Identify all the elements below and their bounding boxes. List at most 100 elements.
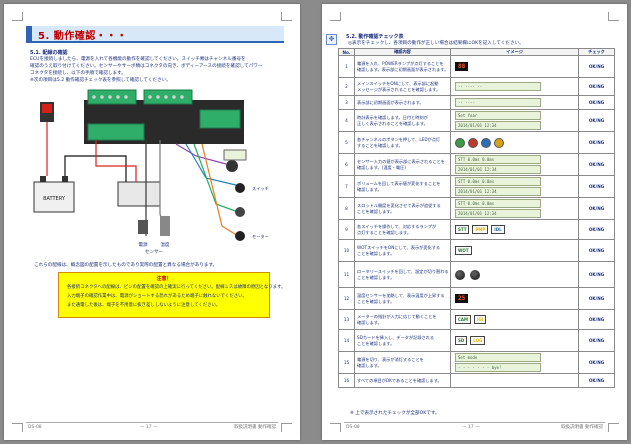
right-page: ✥ 5.2. 動作確認チェック表 ◎表示をチェックし、各項目の動作が正しい場合は… (322, 4, 627, 440)
warning-line: 各接続コネクタへの配線は、ピンの配置を確認の上確実に行ってください。配線ミスは故… (67, 285, 286, 290)
description-line: すべての項目がOKであることを確認します。 (357, 377, 442, 383)
check-result[interactable]: OK/NG (578, 95, 615, 110)
lcd-display: -- ---- (455, 98, 541, 107)
col-header: イメージ (450, 48, 579, 56)
row-image (450, 261, 579, 288)
row-image (450, 131, 579, 154)
indicator-label: PMP (472, 225, 489, 234)
check-result[interactable]: OK/NG (578, 175, 615, 198)
description-line: 電源を入れ、POWERランプが点灯することを (357, 61, 444, 66)
sensor (138, 220, 148, 234)
check-result[interactable]: OK/NG (578, 373, 615, 388)
row-number: 9 (338, 219, 355, 240)
row-description: SDカードを挿入し、データが記録される ことを確認します。 (354, 329, 451, 352)
row-image: WOT (450, 239, 579, 262)
table-row: 15 電源を切り、表示が消灯することを 確認します。 Set mode - - - - … (338, 351, 615, 374)
description-line: 各チャンネルのボタンを押して、LEDが点灯 (357, 137, 441, 142)
indicator-label: CAM (455, 315, 472, 324)
row-number: 15 (338, 351, 355, 374)
diagram-label: 電源 (139, 241, 148, 248)
diagram-label: 温度 (161, 241, 170, 248)
battery-label: BATTERY (43, 196, 66, 202)
connector-block (87, 123, 145, 141)
check-result[interactable]: OK/NG (578, 351, 615, 374)
row-description: ボリュームを回して表示値が変化することを 確認します。 (354, 175, 451, 198)
lcd-display: Set Year (455, 111, 541, 120)
wiring-diagram: BATTERY 電源 温度 センサー スイッチ モーター (33, 89, 269, 255)
check-result[interactable]: OK/NG (578, 55, 615, 78)
check-result[interactable]: OK/NG (578, 239, 615, 262)
diagram-label: センサー (145, 249, 163, 255)
description-line: 表示部に初期画面が表示されます。 (357, 99, 424, 105)
warning-title: 注意！ (156, 276, 172, 282)
check-result[interactable]: OK/NG (578, 153, 615, 176)
col-header: 確認内容 (354, 48, 451, 56)
row-number: 5 (338, 131, 355, 154)
fuse-box (117, 181, 161, 207)
table-row: 6 センサー入力の値が表示部に表示されることを 確認します。(温度・電圧) STT 0… (338, 153, 615, 176)
description-line: WOTスイッチをONにして、表示が変化する (357, 245, 441, 250)
footer-right: 取扱説明書 動作確認 (234, 425, 276, 430)
row-number: 1 (338, 55, 355, 78)
crop-mark (281, 12, 292, 21)
table-row: 13 メーターの指針が入力に応じて動くことを 確認します。 CAM IGI OK/NG (338, 309, 615, 330)
sensor (160, 216, 170, 236)
check-result[interactable]: OK/NG (578, 77, 615, 96)
check-result[interactable]: OK/NG (578, 109, 615, 132)
check-result[interactable]: OK/NG (578, 287, 615, 310)
description-line: 確認します。(温度・電圧) (357, 164, 406, 170)
warning-line: また通電した後は、端子を不用意に抜き差ししないように注意してください。 (67, 303, 221, 308)
indicator-label: IDL (491, 225, 505, 234)
table-row: 2 メインスイッチをONにして、表示部に起動 メッセージが表示されることを確認します… (338, 77, 615, 96)
indicator-label: IGI (474, 315, 487, 324)
check-result[interactable]: OK/NG (578, 329, 615, 352)
row-number: 8 (338, 197, 355, 220)
lcd-display: 2014/01/01 12:34 (455, 187, 541, 196)
rotary-knob (470, 269, 480, 280)
subsection-title: 5.1. 配線の確認 (30, 50, 68, 56)
table-row: 8 スロットル開度を変化させて表示が追従する ことを確認します。 STT 0.0ms … (338, 197, 615, 220)
check-result[interactable]: OK/NG (578, 309, 615, 330)
row-number: 12 (338, 287, 355, 310)
rotary-knob (235, 231, 245, 241)
check-result[interactable]: OK/NG (578, 261, 615, 288)
row-image (450, 373, 579, 388)
check-result[interactable]: OK/NG (578, 197, 615, 220)
table-header-row: No. 確認内容 イメージ チェック (338, 48, 615, 56)
check-result[interactable]: OK/NG (578, 131, 615, 154)
crop-mark (12, 12, 23, 21)
description-line: ボリュームを回して表示値が変化することを (357, 181, 441, 186)
description-line: 確認します。表示部に初期画面が表示されます。 (357, 66, 449, 72)
seven-segment-display: 25 (455, 294, 469, 303)
crop-mark (281, 423, 292, 432)
row-image: Set Year 2014/01/01 12:34 (450, 109, 579, 132)
row-image: SD LOG (450, 329, 579, 352)
description-line: ことを確認します。 (357, 250, 395, 256)
row-number: 7 (338, 175, 355, 198)
footer-left: DS-08 (346, 425, 360, 430)
row-description: ロータリースイッチを回して、設定が切り替わる ことを確認します。 (354, 261, 451, 288)
crop-mark (330, 423, 341, 432)
row-description: 表示部に初期画面が表示されます。 (354, 95, 451, 110)
row-number: 6 (338, 153, 355, 176)
row-image: -- ---- (450, 95, 579, 110)
row-description: 各スイッチを操作して、対応するランプが 点灯することを確認します。 (354, 219, 451, 240)
connector-block (199, 109, 241, 129)
lcd-display: Set mode (455, 353, 541, 362)
intro-line: 確認のうえ取り付けてください。センサーやサーボ類はコネクタの向き、ボディーアース… (30, 64, 263, 69)
rotary-knob (455, 269, 465, 280)
footer-right: 取扱説明書 動作確認 (561, 425, 603, 430)
move-handle-icon[interactable]: ✥ (326, 34, 337, 45)
seven-segment-display: 88 (455, 62, 469, 71)
description-line: ロータリースイッチを回して、設定が切り替わる (357, 269, 449, 274)
row-number: 16 (338, 373, 355, 388)
row-number: 10 (338, 239, 355, 262)
row-description: すべての項目がOKであることを確認します。 (354, 373, 451, 388)
row-image: -- ---- -- (450, 77, 579, 96)
description-line: ことを確認します。 (357, 208, 395, 214)
led-button (468, 137, 478, 148)
diagram-label: スイッチ (252, 186, 269, 191)
check-result[interactable]: OK/NG (578, 219, 615, 240)
table-row: 3 表示部に初期画面が表示されます。 -- ---- OK/NG (338, 95, 615, 110)
description-line: 正しく表示されることを確認します。 (357, 120, 428, 126)
